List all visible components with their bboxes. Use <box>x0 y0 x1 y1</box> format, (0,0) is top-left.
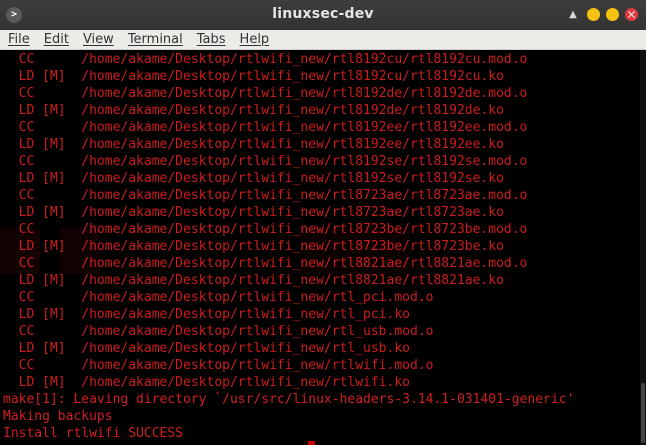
terminal-scrollbar[interactable] <box>640 50 646 445</box>
menu-bar: File Edit View Terminal Tabs Help <box>0 30 646 50</box>
menu-tabs[interactable]: Tabs <box>195 32 234 47</box>
terminal-window: > linuxsec-dev ▲ File Edit View Terminal… <box>0 0 646 445</box>
terminal-line: LD [M] /home/akame/Desktop/rtlwifi_new/r… <box>3 171 504 186</box>
close-button[interactable] <box>625 8 638 21</box>
scrollbar-thumb[interactable] <box>641 383 645 443</box>
maximize-button[interactable] <box>606 8 619 21</box>
terminal-line: LD [M] /home/akame/Desktop/rtlwifi_new/r… <box>3 205 504 220</box>
terminal-line: CC /home/akame/Desktop/rtlwifi_new/rtl81… <box>3 86 528 101</box>
menu-file[interactable]: File <box>6 32 38 47</box>
terminal-line: CC /home/akame/Desktop/rtlwifi_new/rtl81… <box>3 120 528 135</box>
terminal-line: make[1]: Leaving directory `/usr/src/lin… <box>3 392 575 407</box>
menu-edit[interactable]: Edit <box>42 32 77 47</box>
menu-help[interactable]: Help <box>238 32 278 47</box>
terminal-line: CC /home/akame/Desktop/rtlwifi_new/rtl_p… <box>3 290 434 305</box>
text-cursor <box>308 441 315 445</box>
terminal-line: CC /home/akame/Desktop/rtlwifi_new/rtl81… <box>3 154 528 169</box>
terminal-line: Making backups <box>3 409 113 424</box>
terminal-line: LD [M] /home/akame/Desktop/rtlwifi_new/r… <box>3 103 504 118</box>
menu-view[interactable]: View <box>81 32 122 47</box>
terminal-line: Install rtlwifi SUCCESS <box>3 426 184 441</box>
watermark-graphic <box>0 228 410 274</box>
title-bar[interactable]: > linuxsec-dev ▲ <box>0 0 646 30</box>
shade-up-icon[interactable]: ▲ <box>567 9 579 21</box>
terminal-line: LD [M] /home/akame/Desktop/rtlwifi_new/r… <box>3 375 410 390</box>
terminal-line: LD [M] /home/akame/Desktop/rtlwifi_new/r… <box>3 307 410 322</box>
terminal-line: LD [M] /home/akame/Desktop/rtlwifi_new/r… <box>3 137 504 152</box>
minimize-button[interactable] <box>587 8 600 21</box>
terminal-line: CC /home/akame/Desktop/rtlwifi_new/rtl87… <box>3 188 528 203</box>
terminal-line: CC /home/akame/Desktop/rtlwifi_new/rtl_u… <box>3 324 434 339</box>
terminal-line: LD [M] /home/akame/Desktop/rtlwifi_new/r… <box>3 341 410 356</box>
window-title: linuxsec-dev <box>272 6 374 22</box>
watermark <box>0 222 420 282</box>
window-controls: ▲ <box>567 8 638 21</box>
terminal-line: LD [M] /home/akame/Desktop/rtlwifi_new/r… <box>3 69 504 84</box>
terminal-line: CC /home/akame/Desktop/rtlwifi_new/rtl81… <box>3 52 528 67</box>
terminal-line: CC /home/akame/Desktop/rtlwifi_new/rtlwi… <box>3 358 434 373</box>
menu-terminal[interactable]: Terminal <box>126 32 191 47</box>
